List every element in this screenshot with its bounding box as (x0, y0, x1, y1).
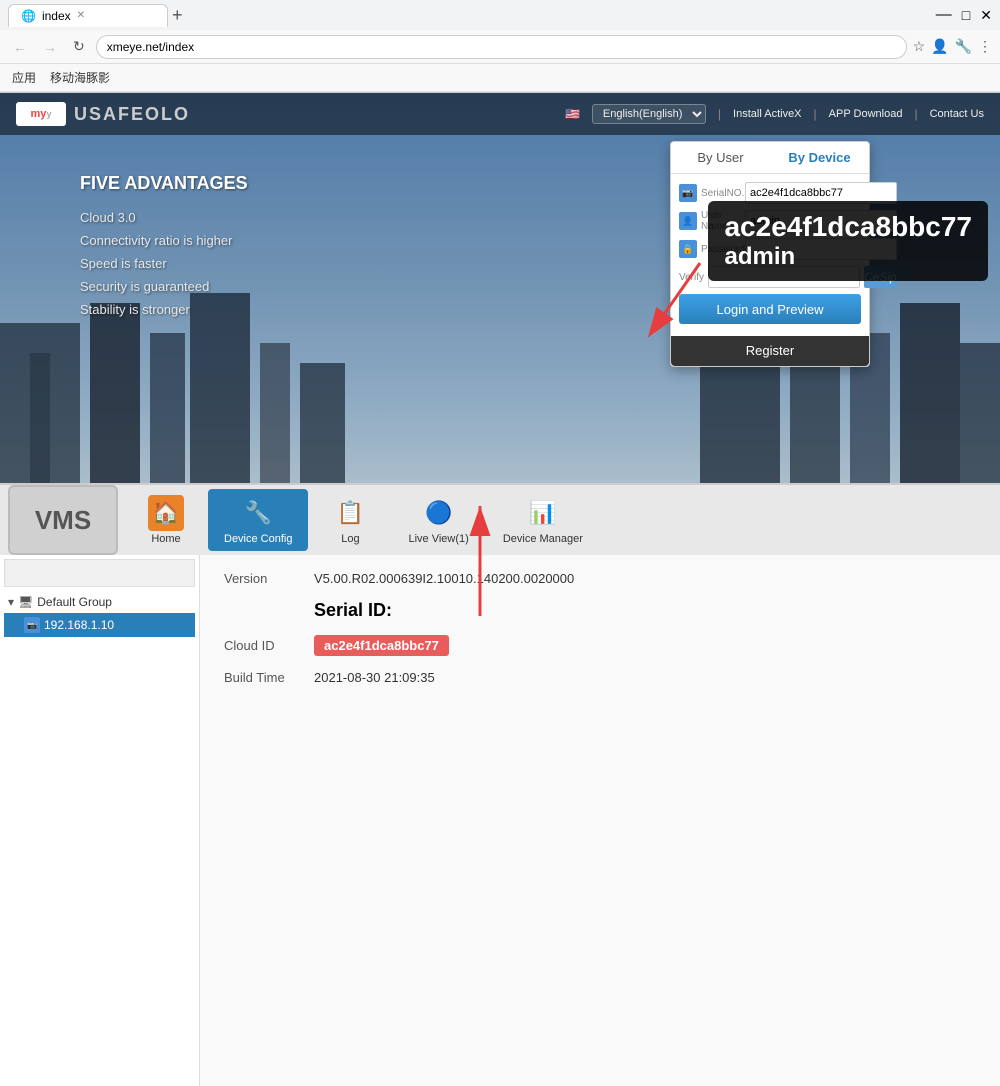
login-tabs: By User By Device (671, 142, 869, 174)
bookmark-star-icon[interactable]: ☆ (913, 38, 926, 55)
nav-bar: ← → ↻ ☆ 👤 🔧 ⋮ (0, 30, 1000, 64)
vms-nav-log[interactable]: 📋 Log (310, 489, 390, 551)
version-value: V5.00.R02.000639I2.10010.140200.0020000 (314, 571, 574, 586)
sidebar-group: ▾ 🖥 Default Group 📷 192.168.1.10 (4, 591, 195, 637)
extensions-icon[interactable]: 🔧 (955, 38, 972, 55)
main-content: myy USAFEOLO 🇺🇸 English(English) | Insta… (0, 93, 1000, 696)
version-row: Version V5.00.R02.000639I2.10010.140200.… (224, 571, 976, 586)
tab-by-device[interactable]: By Device (770, 142, 869, 173)
annotation-box: ac2e4f1dca8bbc77 admin (708, 201, 988, 281)
cloud-id-value: ac2e4f1dca8bbc77 (314, 635, 449, 656)
contact-us-link[interactable]: Contact Us (930, 108, 984, 120)
brand-name: USAFEOLO (74, 104, 190, 125)
version-label: Version (224, 571, 314, 586)
device-camera-icon: 📷 (24, 617, 40, 633)
login-footer: Register (671, 336, 869, 366)
login-preview-btn[interactable]: Login and Preview (679, 294, 861, 324)
app-download-link[interactable]: APP Download (829, 108, 903, 120)
advantage-3: Speed is faster (80, 256, 248, 271)
install-activex-link[interactable]: Install ActiveX (733, 108, 801, 120)
advantages-title: FIVE ADVANTAGES (80, 173, 248, 194)
verify-label: Verify (679, 272, 704, 283)
bookmark-item[interactable]: 移动海豚影 (50, 69, 110, 86)
vms-bar: VMS 🏠 Home 🔧 Device Config 📋 Log 🔵 Live … (0, 483, 1000, 555)
build-time-row: Build Time 2021-08-30 21:09:35 (224, 670, 976, 685)
device-config-icon: 🔧 (240, 495, 276, 531)
vms-nav-home[interactable]: 🏠 Home (126, 489, 206, 551)
build-time-value: 2021-08-30 21:09:35 (314, 670, 435, 685)
advantage-2: Connectivity ratio is higher (80, 233, 248, 248)
hero-section: myy USAFEOLO 🇺🇸 English(English) | Insta… (0, 93, 1000, 483)
tab-title: index (42, 9, 71, 23)
new-tab-btn[interactable]: + (172, 6, 183, 24)
advantages-section: FIVE ADVANTAGES Cloud 3.0 Connectivity r… (80, 173, 248, 325)
close-btn[interactable]: ✕ (980, 7, 992, 24)
device-manager-icon: 📊 (525, 495, 561, 531)
profile-icon[interactable]: 👤 (931, 38, 948, 55)
browser-chrome: 🌐 index ✕ + — □ ✕ ← → ↻ ☆ 👤 🔧 ⋮ 应用 移动海豚影 (0, 0, 1000, 93)
forward-btn[interactable]: → (38, 37, 62, 57)
home-icon: 🏠 (148, 495, 184, 531)
site-nav-right: 🇺🇸 English(English) | Install ActiveX | … (565, 104, 984, 124)
vms-nav: 🏠 Home 🔧 Device Config 📋 Log 🔵 Live View… (126, 489, 599, 551)
device-ip: 192.168.1.10 (44, 618, 114, 632)
bookmark-apps[interactable]: 应用 (12, 69, 36, 86)
group-chevron-icon: ▾ (8, 595, 14, 609)
refresh-btn[interactable]: ↻ (68, 36, 90, 57)
lang-flag-icon: 🇺🇸 (565, 107, 580, 121)
language-select[interactable]: English(English) (592, 104, 706, 124)
address-bar[interactable] (96, 35, 907, 59)
serial-id-heading: Serial ID: (314, 600, 976, 621)
tab-by-user[interactable]: By User (671, 142, 770, 173)
annotation-username: admin (724, 243, 972, 271)
annotation-serial: ac2e4f1dca8bbc77 (724, 211, 972, 243)
serial-label: SerialNO. (701, 188, 741, 199)
minimize-btn[interactable]: — (936, 6, 952, 24)
content-panel: ▾ 🖥 Default Group 📷 192.168.1.10 Version… (0, 555, 1000, 1086)
register-btn[interactable]: Register (746, 343, 794, 358)
build-time-label: Build Time (224, 670, 314, 685)
live-icon: 🔵 (421, 495, 457, 531)
advantage-5: Stability is stronger (80, 302, 248, 317)
home-label: Home (151, 533, 180, 545)
sidebar-device-item[interactable]: 📷 192.168.1.10 (4, 613, 195, 637)
lock-icon: 🔒 (679, 240, 697, 258)
user-icon: 👤 (679, 212, 697, 230)
log-label: Log (341, 533, 359, 545)
group-folder-icon: 🖥 (18, 595, 33, 609)
maximize-btn[interactable]: □ (962, 7, 970, 23)
site-nav: myy USAFEOLO 🇺🇸 English(English) | Insta… (0, 93, 1000, 135)
site-logo: myy USAFEOLO (16, 102, 190, 126)
vms-nav-device-manager[interactable]: 📊 Device Manager (487, 489, 599, 551)
vms-nav-device-config[interactable]: 🔧 Device Config (208, 489, 308, 551)
tab-bar: 🌐 index ✕ + — □ ✕ (0, 0, 1000, 30)
sidebar: ▾ 🖥 Default Group 📷 192.168.1.10 (0, 555, 200, 1086)
main-detail: Version V5.00.R02.000639I2.10010.140200.… (200, 555, 1000, 1086)
cloud-id-label: Cloud ID (224, 638, 314, 653)
cloud-id-row: Cloud ID ac2e4f1dca8bbc77 (224, 635, 976, 656)
more-options-icon[interactable]: ⋮ (978, 38, 992, 55)
vms-logo: VMS (8, 485, 118, 555)
live-label: Live View(1) (408, 533, 468, 545)
group-label: Default Group (37, 595, 112, 609)
sidebar-group-header[interactable]: ▾ 🖥 Default Group (4, 591, 195, 613)
bookmark-bar: 应用 移动海豚影 (0, 64, 1000, 92)
logo-image: myy (16, 102, 66, 126)
advantage-1: Cloud 3.0 (80, 210, 248, 225)
tab-favicon: 🌐 (21, 9, 36, 23)
advantage-4: Security is guaranteed (80, 279, 248, 294)
device-manager-label: Device Manager (503, 533, 583, 545)
tab-close-btn[interactable]: ✕ (77, 10, 85, 21)
serial-icon: 📷 (679, 184, 697, 202)
sidebar-search[interactable] (4, 559, 195, 587)
device-config-label: Device Config (224, 533, 292, 545)
vms-nav-live[interactable]: 🔵 Live View(1) (392, 489, 484, 551)
log-icon: 📋 (332, 495, 368, 531)
active-tab[interactable]: 🌐 index ✕ (8, 4, 168, 27)
back-btn[interactable]: ← (8, 37, 32, 57)
